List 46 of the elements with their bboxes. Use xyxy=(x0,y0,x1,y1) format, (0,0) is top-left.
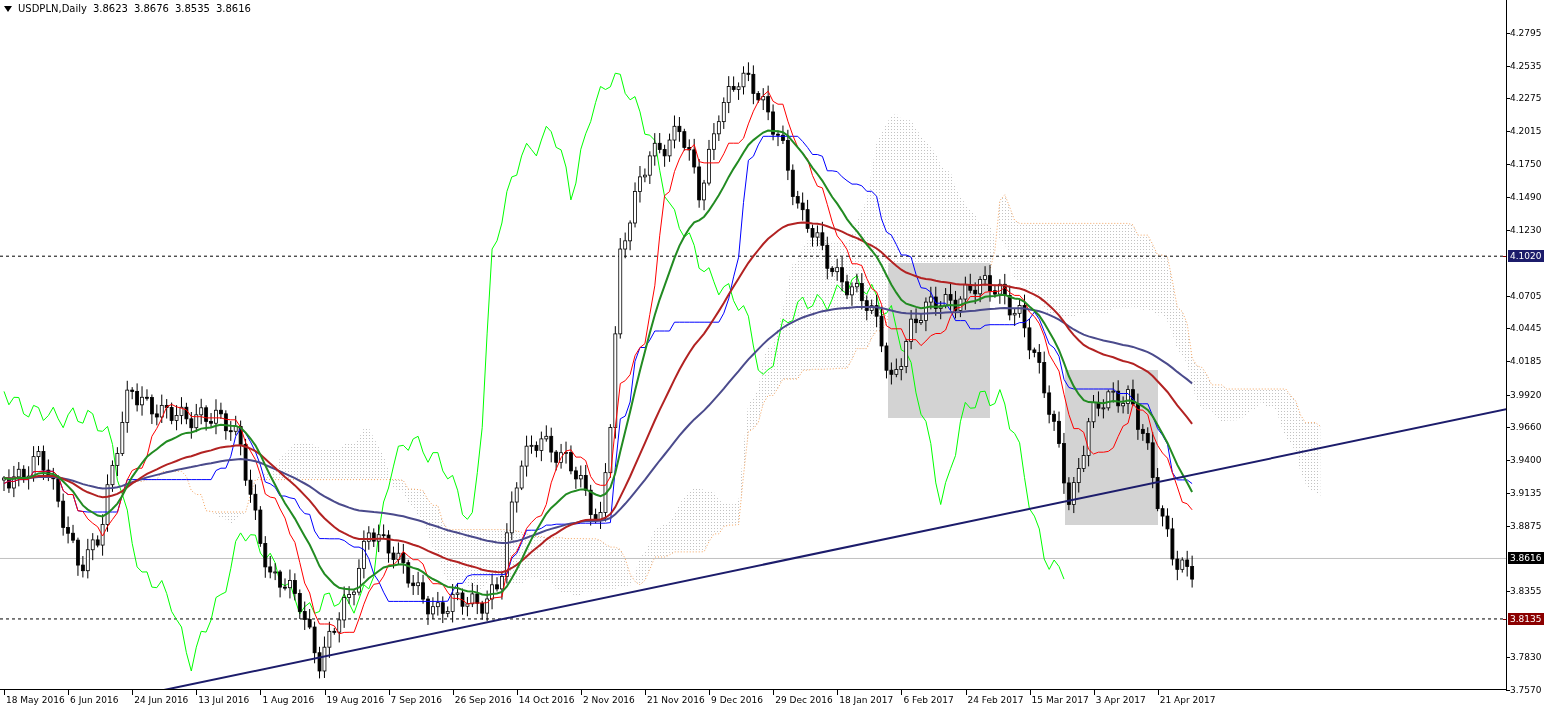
axis-label: 3.7830 xyxy=(1510,652,1542,663)
axis-label: 29 Dec 2016 xyxy=(775,695,833,705)
axis-label: 9 Dec 2016 xyxy=(711,695,763,705)
axis-label: 4.1750 xyxy=(1510,159,1542,170)
axis-label: 4.2015 xyxy=(1510,126,1542,137)
price-value: 3.8623 xyxy=(92,3,128,14)
axis-label: 4.0705 xyxy=(1510,290,1542,301)
axis-label: 24 Feb 2017 xyxy=(967,695,1024,705)
axis-label: 15 Mar 2017 xyxy=(1031,695,1089,705)
axis-label: 4.1230 xyxy=(1510,224,1542,235)
price-value: 3.8676 xyxy=(133,3,169,14)
axis-label: 3.9660 xyxy=(1510,422,1542,433)
price-level-tag: 4.1020 xyxy=(1508,250,1544,263)
axis-label: 7 Sep 2016 xyxy=(390,695,442,705)
axis-label: 18 Jan 2017 xyxy=(839,695,894,705)
axis-label: 3.9135 xyxy=(1510,488,1542,499)
axis-label: 6 Feb 2017 xyxy=(903,695,954,705)
axis-label: 21 Nov 2016 xyxy=(647,695,705,705)
current-price-tag: 3.8616 xyxy=(1508,552,1544,565)
price-level-tag: 3.8135 xyxy=(1508,612,1544,625)
axis-label: 4.0445 xyxy=(1510,323,1542,334)
chart-symbol: USDPLN,Daily xyxy=(18,3,87,14)
axis-label: 13 Jul 2016 xyxy=(198,695,250,705)
axis-label: 3.9920 xyxy=(1510,389,1542,400)
axis-label: 4.2275 xyxy=(1510,93,1542,104)
axis-label: 4.0185 xyxy=(1510,356,1542,367)
axis-label: 14 Oct 2016 xyxy=(518,695,575,705)
axis-label: 3.7570 xyxy=(1510,685,1542,695)
axis-label: 24 Jun 2016 xyxy=(134,695,189,705)
axis-label: 1 Aug 2016 xyxy=(262,695,315,705)
axis-label: 3 Apr 2017 xyxy=(1095,695,1146,705)
axis-label: 2 Nov 2016 xyxy=(582,695,635,705)
axis-label: 21 Apr 2017 xyxy=(1159,695,1216,705)
axis-label: 4.1490 xyxy=(1510,192,1542,203)
price-value: 3.8616 xyxy=(215,3,251,14)
axis-label: 3.8875 xyxy=(1510,520,1542,531)
axis-label: 18 May 2016 xyxy=(6,695,65,705)
axis-label: 4.2795 xyxy=(1510,28,1542,38)
price-value: 3.8535 xyxy=(174,3,210,14)
caret-icon[interactable] xyxy=(4,5,12,12)
axis-label: 3.8355 xyxy=(1510,586,1542,597)
axis-label: 3.9400 xyxy=(1510,454,1542,465)
axis-label: 26 Sep 2016 xyxy=(454,695,512,705)
axis-label: 6 Jun 2016 xyxy=(70,695,119,705)
axis-label: 4.2535 xyxy=(1510,60,1542,71)
axis-label: 19 Aug 2016 xyxy=(326,695,385,705)
